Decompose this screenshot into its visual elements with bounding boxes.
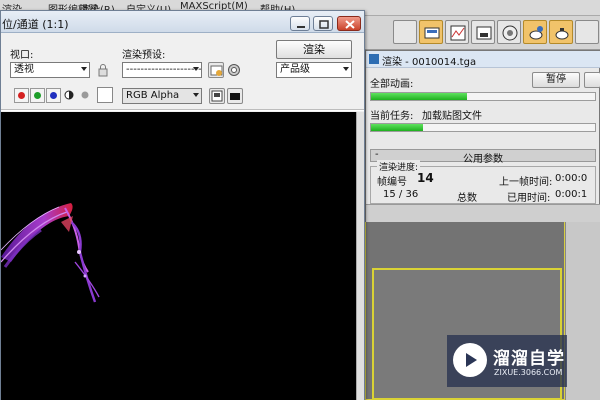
window-title: 位/通道 (1:1)	[2, 18, 69, 31]
environment-button[interactable]	[497, 20, 521, 44]
environment-button[interactable]	[226, 62, 242, 78]
last-frame-time-label: 上一帧时间:	[499, 177, 553, 188]
render-frame-button[interactable]	[471, 20, 495, 44]
viewport-select[interactable]: 透视	[10, 62, 90, 78]
window-icon	[211, 90, 223, 102]
frame-buffer-window: 位/通道 (1:1) 视口: 透视 渲染预设: ----------------…	[0, 10, 365, 400]
frame-buffer-titlebar[interactable]: 位/通道 (1:1)	[1, 11, 364, 33]
minimize-icon	[297, 26, 305, 28]
elapsed-label: 已用时间:	[507, 193, 551, 204]
render-icon	[369, 54, 379, 64]
render-setup-icon	[210, 65, 223, 76]
frame-label: 帧编号	[377, 177, 407, 188]
chevron-down-icon	[193, 67, 199, 71]
watermark-brand: 溜溜自学	[493, 349, 565, 369]
half-circle-icon	[64, 90, 74, 100]
grey-dot-icon	[81, 91, 89, 99]
quality-value: 产品级	[280, 64, 310, 75]
viewport-select-value: 透视	[14, 64, 34, 75]
blue-channel-button[interactable]	[46, 88, 61, 103]
frame-icon	[476, 26, 492, 40]
render-progress-dialog: 渲染 - 0010014.tga 全部动画: 暂停 当前任务: 加载贴图文件 -…	[365, 50, 600, 222]
all-anim-label: 全部动画:	[370, 79, 414, 90]
watermark: 溜溜自学 ZIXUE.3066.COM	[447, 335, 567, 387]
swatch-color[interactable]	[97, 87, 113, 103]
chevron-down-icon	[343, 67, 349, 71]
all-anim-progress-bar	[370, 92, 596, 101]
play-logo-icon	[453, 343, 487, 377]
lock-button[interactable]	[95, 62, 111, 78]
frame-count: 15 / 36	[383, 189, 419, 200]
mono-button[interactable]	[78, 88, 93, 103]
material-editor-button[interactable]	[445, 20, 469, 44]
pause-button[interactable]: 暂停	[532, 72, 580, 88]
render-setup-button[interactable]	[419, 20, 443, 44]
current-task-value: 加载贴图文件	[422, 111, 482, 122]
last-frame-time-value: 0:00:0	[555, 173, 588, 184]
green-dot-icon	[34, 92, 41, 99]
toolbar-divider	[1, 109, 364, 111]
lock-icon	[98, 64, 108, 77]
graph-icon	[450, 25, 466, 41]
frame-value: 14	[417, 171, 434, 185]
all-anim-progress-fill	[371, 93, 468, 100]
close-icon	[345, 20, 355, 29]
viewport-label: 视口:	[10, 50, 34, 61]
progress-title: 渲染 - 0010014.tga	[382, 57, 477, 68]
watermark-url: ZIXUE.3066.COM	[494, 368, 563, 377]
teapot-icon	[424, 27, 440, 39]
black-square-icon	[230, 93, 240, 100]
max-main-toolbar	[365, 16, 600, 50]
channel-select-value: RGB Alpha	[126, 90, 180, 101]
progress-dialog-footer	[366, 204, 600, 222]
clear-button[interactable]	[227, 88, 243, 104]
sphere-icon	[502, 25, 518, 41]
toolbar-button[interactable]	[575, 20, 599, 44]
close-button[interactable]	[337, 16, 361, 31]
maximize-button[interactable]	[313, 16, 333, 31]
green-channel-button[interactable]	[30, 88, 45, 103]
vertical-scrollbar[interactable]	[356, 112, 364, 400]
quality-select[interactable]: 产品级	[276, 62, 352, 78]
render-preset-select[interactable]: -------------------------	[122, 62, 202, 78]
render-setup-button[interactable]	[208, 62, 224, 78]
elapsed-value: 0:00:1	[555, 189, 588, 200]
render-preset-label: 渲染预设:	[122, 50, 166, 61]
minimize-button[interactable]	[290, 16, 310, 31]
render-preset-value: -------------------------	[126, 64, 202, 75]
cancel-button[interactable]	[584, 72, 600, 88]
display-toggle-button[interactable]	[209, 88, 225, 104]
red-channel-button[interactable]	[14, 88, 29, 103]
teapot-icon	[529, 26, 543, 40]
channel-select[interactable]: RGB Alpha	[122, 88, 202, 104]
progress-titlebar: 渲染 - 0010014.tga	[366, 51, 600, 68]
quick-render-button[interactable]	[549, 20, 573, 44]
render-button[interactable]: 渲染	[276, 40, 352, 59]
current-task-label: 当前任务:	[370, 111, 414, 122]
chevron-down-icon	[81, 67, 87, 71]
render-progress-group: 渲染进度: 帧编号 14 15 / 36 总数 上一帧时间: 0:00:0 已用…	[370, 160, 596, 204]
red-dot-icon	[18, 92, 25, 99]
gear-icon	[228, 64, 240, 76]
command-panel	[565, 220, 600, 400]
current-task-progress-fill	[371, 124, 423, 131]
blue-dot-icon	[50, 92, 57, 99]
group-title: 渲染进度:	[377, 160, 421, 173]
alpha-channel-button[interactable]	[62, 88, 77, 103]
chevron-down-icon	[193, 93, 199, 97]
render-canvas[interactable]	[1, 112, 356, 400]
render-production-button[interactable]	[523, 20, 547, 44]
total-label: 总数	[457, 193, 477, 204]
rendered-image	[1, 203, 100, 303]
toolbar-button[interactable]	[393, 20, 417, 44]
current-task-progress-bar	[370, 123, 596, 132]
teapot-icon	[555, 28, 569, 40]
maximize-icon	[319, 20, 329, 29]
